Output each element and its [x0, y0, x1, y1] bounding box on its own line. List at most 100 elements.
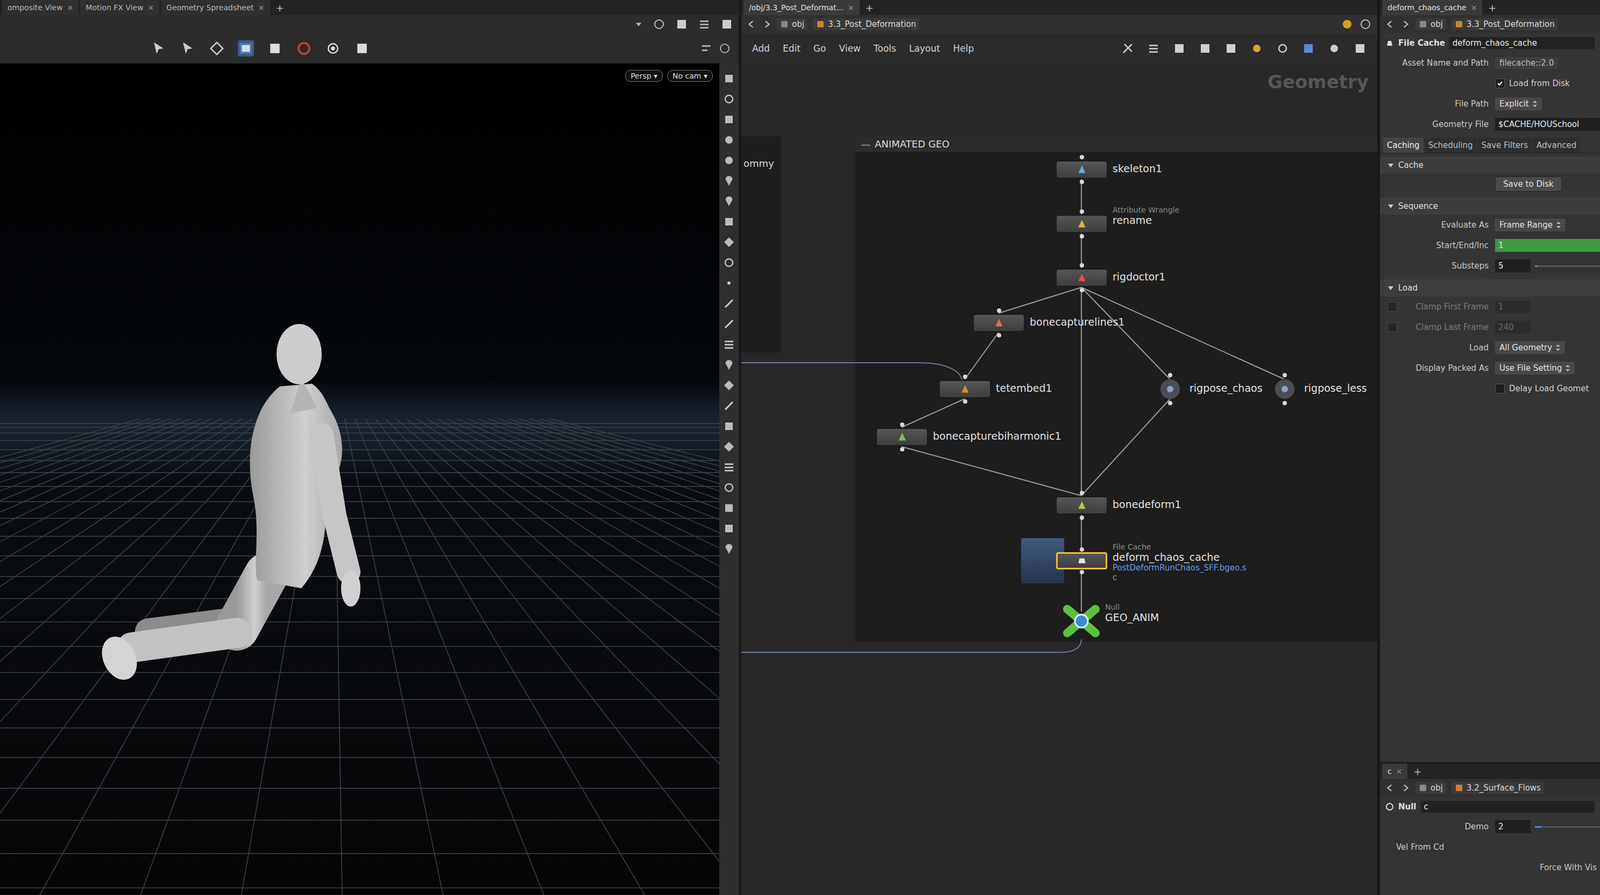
- dropdown-menu[interactable]: Frame Range: [1495, 218, 1566, 232]
- bars-icon[interactable]: [237, 40, 254, 57]
- diamond-icon[interactable]: [722, 235, 736, 249]
- checkbox[interactable]: [1495, 383, 1505, 394]
- path-crumb[interactable]: obj: [776, 18, 808, 31]
- square-icon[interactable]: [722, 501, 736, 515]
- checkbox[interactable]: [1495, 78, 1505, 89]
- viewer-tab[interactable]: omposite View×: [2, 0, 79, 16]
- tab-close-button[interactable]: ×: [147, 3, 155, 12]
- node-label[interactable]: rigdoctor1: [1112, 270, 1166, 283]
- circle-icon[interactable]: [1250, 41, 1264, 55]
- number-field[interactable]: 5: [1495, 259, 1531, 273]
- text-field[interactable]: $CACHE/HOUSchool: [1495, 117, 1600, 131]
- params-tab[interactable]: deform_chaos_cache×: [1382, 0, 1483, 16]
- circle-icon[interactable]: [718, 41, 732, 55]
- square-icon[interactable]: [720, 17, 734, 31]
- slider-track[interactable]: [1534, 265, 1600, 267]
- forward-arrow-icon[interactable]: [761, 19, 772, 30]
- bars-icon[interactable]: [722, 460, 736, 474]
- dropdown-menu[interactable]: Use File Setting: [1495, 361, 1575, 375]
- square-icon[interactable]: [1172, 41, 1186, 55]
- number-field[interactable]: 1: [1495, 238, 1600, 252]
- output-port[interactable]: [1079, 179, 1085, 184]
- save-to-disk-button[interactable]: Save to Disk: [1495, 176, 1562, 192]
- add-tab-button[interactable]: +: [1483, 0, 1501, 16]
- path-crumb[interactable]: 3.3_Post_Deformation: [1451, 18, 1559, 31]
- slider-track[interactable]: [1534, 825, 1600, 828]
- forward-arrow-icon[interactable]: [1400, 19, 1411, 30]
- checkbox[interactable]: [1387, 301, 1398, 312]
- node[interactable]: [1056, 551, 1108, 570]
- parameter-tab[interactable]: Caching: [1383, 137, 1424, 153]
- menu-item[interactable]: Help: [952, 43, 974, 54]
- viewer-tab[interactable]: Motion FX View×: [80, 0, 160, 16]
- tab-close-button[interactable]: ×: [847, 3, 855, 12]
- ring-icon[interactable]: [722, 480, 736, 494]
- bottom-tab[interactable]: c×: [1382, 763, 1408, 779]
- input-port[interactable]: [1079, 490, 1085, 495]
- arrow-icon[interactable]: [1121, 41, 1135, 55]
- bars-icon[interactable]: [699, 41, 713, 55]
- square-icon[interactable]: [722, 215, 736, 229]
- square-icon[interactable]: [266, 40, 283, 57]
- node[interactable]: [1056, 268, 1108, 287]
- node-label[interactable]: bonedeform1: [1112, 498, 1182, 511]
- square-icon[interactable]: [1301, 41, 1315, 55]
- ring-icon[interactable]: [1276, 41, 1290, 55]
- arrow-icon[interactable]: [722, 399, 736, 413]
- menu-item[interactable]: Layout: [909, 43, 941, 54]
- ring-icon[interactable]: [722, 92, 736, 106]
- bars-icon[interactable]: [697, 17, 711, 31]
- path-field[interactable]: [5, 18, 625, 31]
- parameter-folder-label[interactable]: Vel From Cd: [1379, 841, 1444, 852]
- square-icon[interactable]: [722, 521, 736, 535]
- pin-icon[interactable]: [722, 358, 736, 372]
- arrow-icon[interactable]: [722, 317, 736, 331]
- node[interactable]: [1159, 378, 1181, 400]
- checkbox-row[interactable]: Load from Disk: [1495, 78, 1570, 89]
- node[interactable]: [1056, 160, 1108, 179]
- path-crumb[interactable]: 3.2_Surface_Flows: [1451, 781, 1545, 794]
- output-port[interactable]: [1282, 400, 1287, 406]
- square-icon[interactable]: [1353, 41, 1367, 55]
- arrow-icon[interactable]: [179, 40, 196, 57]
- square-icon[interactable]: [1224, 41, 1238, 55]
- parameter-tab[interactable]: Advanced: [1532, 137, 1581, 153]
- square-icon[interactable]: [722, 72, 736, 86]
- dropdown-menu[interactable]: All Geometry: [1495, 341, 1566, 355]
- input-port[interactable]: [900, 422, 905, 427]
- bars-icon[interactable]: [1147, 41, 1160, 55]
- square-icon[interactable]: [675, 17, 689, 31]
- arrow-icon[interactable]: [150, 40, 167, 57]
- node[interactable]: [1056, 215, 1108, 233]
- back-arrow-icon[interactable]: [746, 19, 757, 30]
- output-port[interactable]: [963, 399, 968, 404]
- parameter-folder-label[interactable]: Force With Vis: [1539, 862, 1597, 873]
- output-port[interactable]: [900, 447, 905, 452]
- back-arrow-icon[interactable]: [1385, 19, 1396, 30]
- diamond-icon[interactable]: [722, 440, 736, 453]
- node[interactable]: [1274, 378, 1295, 400]
- menu-item[interactable]: Go: [813, 43, 827, 54]
- kneeling-figure[interactable]: [95, 323, 361, 686]
- node-label[interactable]: tetembed1: [995, 381, 1053, 394]
- input-port[interactable]: [1079, 263, 1085, 268]
- pin-icon[interactable]: [1340, 17, 1354, 31]
- output-port[interactable]: [1167, 400, 1173, 406]
- output-port[interactable]: [1079, 569, 1085, 575]
- node-label[interactable]: NullGEO_ANIM: [1105, 602, 1159, 623]
- path-crumb[interactable]: 3.3_Post_Deformation: [812, 18, 920, 31]
- ring-icon[interactable]: [722, 256, 736, 269]
- pin-icon[interactable]: [722, 194, 736, 208]
- menu-item[interactable]: Edit: [782, 43, 801, 54]
- node-label[interactable]: Attribute Wranglerename: [1112, 205, 1180, 226]
- bars-icon[interactable]: [722, 337, 736, 351]
- link-icon[interactable]: [1358, 17, 1372, 31]
- node-label[interactable]: skeleton1: [1112, 162, 1163, 175]
- square-icon[interactable]: [722, 112, 736, 126]
- input-port[interactable]: [1079, 547, 1085, 552]
- diamond-icon[interactable]: [208, 40, 225, 57]
- pin-icon[interactable]: [722, 174, 736, 188]
- view-menu-button[interactable]: No cam ▾: [667, 69, 713, 82]
- node[interactable]: [1063, 604, 1100, 637]
- node[interactable]: [876, 428, 928, 446]
